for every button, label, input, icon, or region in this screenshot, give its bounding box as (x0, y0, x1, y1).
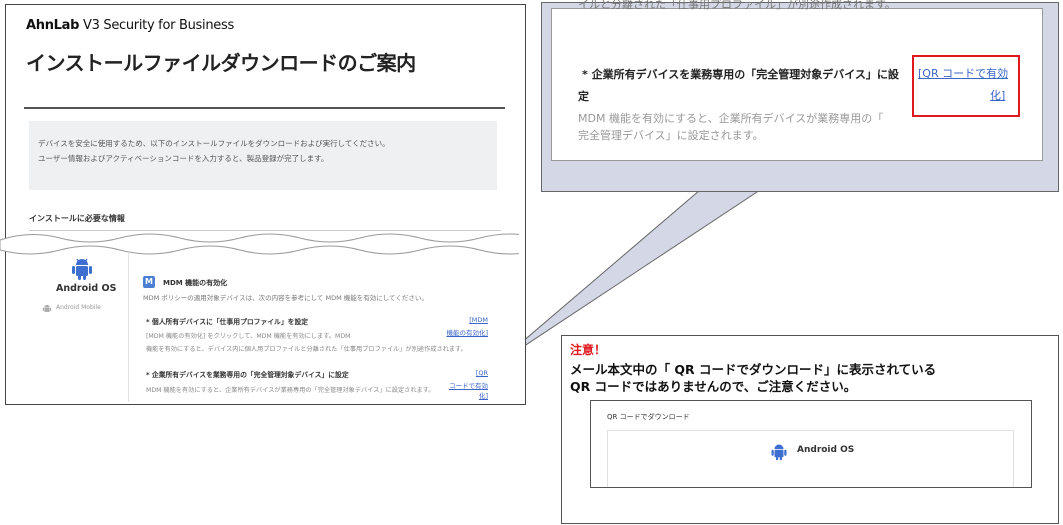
mdm-badge: M (143, 276, 155, 288)
notice-box: デバイスを安全に使用するため、以下のインストールファイルをダウンロードおよび実行… (29, 121, 497, 190)
item-corporate-title: * 企業所有デバイスを業務専用の「完全管理対象デバイス」に設定 (146, 371, 349, 379)
zoom-qr-link-line-2[interactable]: 化] (990, 87, 1005, 103)
qr-platform-name: Android OS (797, 445, 855, 455)
android-icon (771, 444, 787, 461)
android-small-icon (42, 304, 52, 312)
mdm-enable-link[interactable]: [MDM 機能の有効化] (440, 316, 488, 337)
mdm-description: MDM ポリシーの適用対象デバイスは、次の内容を参考にして MDM 機能を有効に… (143, 294, 428, 302)
qr-section-title: QR コードでダウンロード (607, 413, 690, 421)
notice-line-1: デバイスを安全に使用するため、以下のインストールファイルをダウンロードおよび実行… (38, 139, 390, 148)
notice-line-2: ユーザー情報およびアクティベーションコードを入力すると、製品登録が完了します。 (38, 154, 329, 163)
platform-name: Android OS (56, 283, 117, 294)
zoom-title-line-1: * 企業所有デバイスを業務専用の「完全管理対象デバイス」に設 (582, 68, 899, 81)
android-icon (72, 258, 92, 280)
zoom-desc-line-1: MDM 機能を有効にすると、企業所有デバイスが業務専用の「 (578, 112, 884, 125)
zoom-title-line-2: 定 (578, 90, 589, 103)
item-personal-desc-1: [MDM 機能の有効化] をクリックして、MDM 機能を有効にします。MDM (146, 333, 351, 340)
item-personal-title: * 個人所有デバイスに「仕事用プロファイル」を設定 (146, 318, 309, 326)
zoom-qr-link-line-1[interactable]: [QR コードで有効 (918, 65, 1008, 81)
mdm-title: MDM 機能の有効化 (163, 279, 228, 287)
mdm-enable-link-line-2[interactable]: 機能の有効化] (440, 327, 488, 337)
item-corporate-desc: MDM 機能を有効にすると、企業所有デバイスが業務専用の「完全管理対象デバイス」… (146, 387, 435, 394)
item-personal-desc-2: 機能を有効にすると、デバイス内に個人用プロファイルと分離された「仕事用プロファイ… (146, 346, 467, 353)
qr-platform-card (607, 430, 1014, 487)
zoom-desc-line-2: 完全管理デバイス」に設定されます。 (578, 129, 764, 142)
brand-logo: AhnLab V3 Security for Business (26, 18, 234, 33)
qr-enable-link[interactable]: [QR コードで有効化] (440, 369, 488, 400)
email-title: インストールファイルダウンロードのご案内 (26, 51, 416, 75)
qr-enable-link-line-2[interactable]: コードで有効化] (440, 380, 488, 400)
required-info-heading: インストールに必要な情報 (29, 214, 125, 223)
platform-sub: Android Mobile (56, 304, 101, 311)
title-divider (24, 107, 505, 109)
mdm-enable-link-line-1[interactable]: [MDM (440, 316, 488, 324)
warning-label: 注意！ (570, 343, 607, 357)
warning-line-2: QR コードではありませんので、ご注意ください。 (570, 379, 857, 394)
zoom-cut-text: イルと分離された「仕事用プロファイル」が別途作成されます。 (578, 0, 896, 11)
qr-enable-link-line-1[interactable]: [QR (440, 369, 488, 377)
